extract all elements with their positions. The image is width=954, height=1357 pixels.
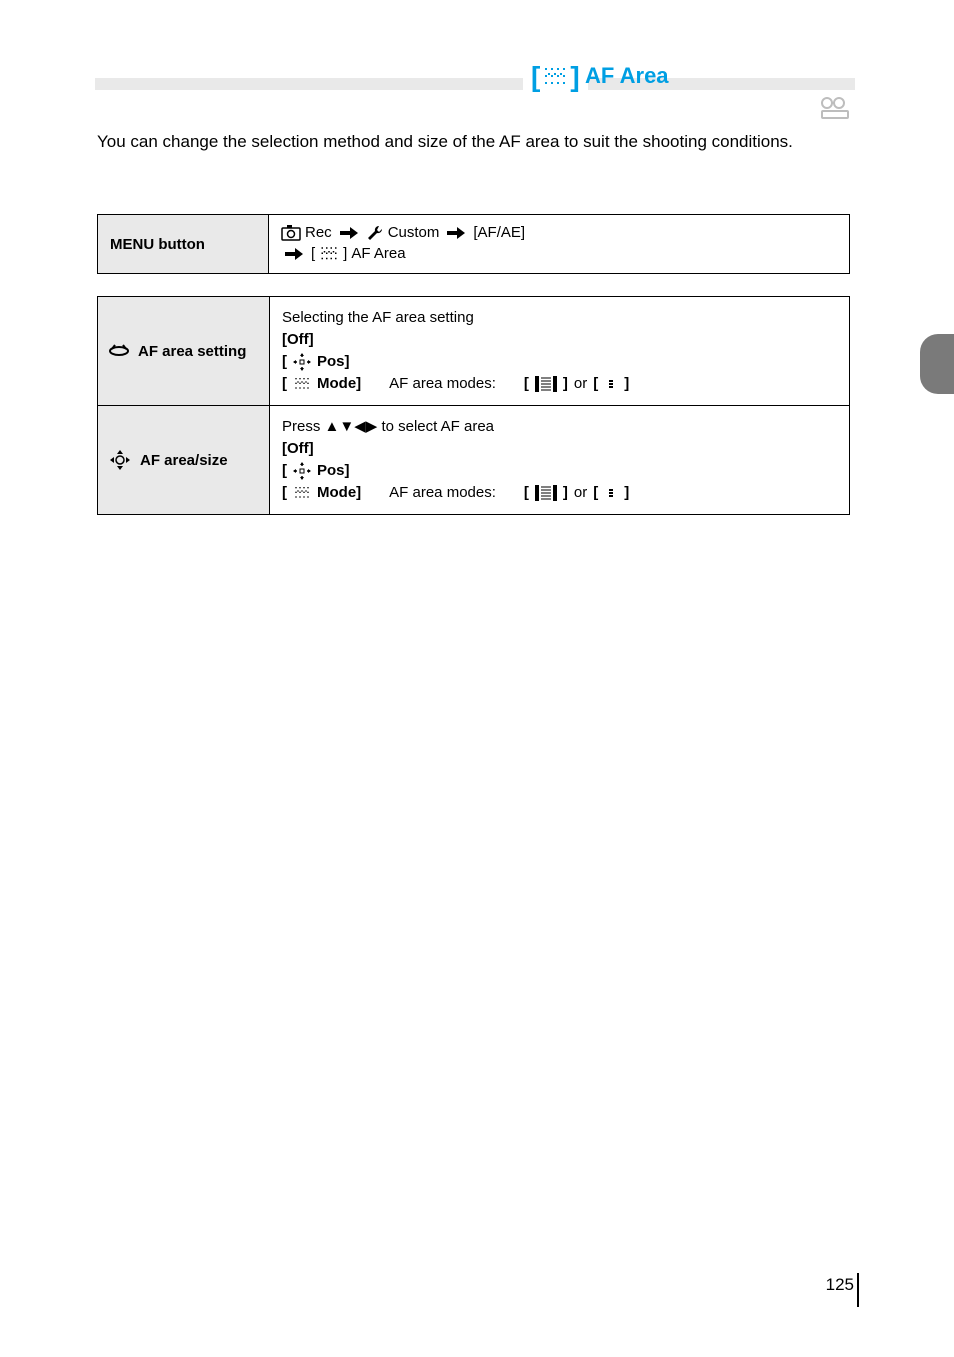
topic-text: Press ▲▼◀▶ to select AF area — [282, 416, 494, 438]
wrench-icon — [366, 224, 384, 242]
topic-text: Selecting the AF area setting — [282, 307, 837, 329]
af-area-label: AF Area — [351, 243, 405, 264]
arrow-right-icon — [340, 227, 358, 239]
pos-option: Pos] — [317, 460, 350, 482]
multi-af-icon — [535, 485, 557, 501]
table-row: AF area/size Press ▲▼◀▶ to select AF are… — [97, 405, 850, 514]
af-area-icon — [293, 485, 311, 501]
single-af-icon — [604, 377, 618, 391]
intro-text: You can change the selection method and … — [97, 130, 850, 153]
joystick-icon — [293, 353, 311, 371]
footer-rule — [857, 1273, 859, 1307]
settings-table: AF area setting Selecting the AF area se… — [97, 296, 850, 515]
single-af-icon — [604, 486, 618, 500]
section-header-icon-group: [ ] — [523, 63, 588, 91]
mode-option: Mode] — [317, 482, 361, 504]
off-option: [Off] — [282, 331, 314, 348]
or-text: or — [574, 373, 587, 395]
custom-label: Custom — [388, 222, 440, 243]
rec-label: Rec — [305, 222, 332, 243]
menu-navigation-path: Rec Custom [AF/AE] [ ] AF Area — [269, 215, 849, 273]
side-tab — [920, 334, 954, 394]
row-label: AF area/size — [140, 452, 228, 469]
multi-af-icon — [535, 376, 557, 392]
af-area-icon — [542, 65, 568, 89]
row-af-area-size-body: Press ▲▼◀▶ to select AF area [Off] [ Pos… — [270, 406, 849, 514]
row-af-area-size-header: AF area/size — [98, 406, 270, 514]
section-divider-bar — [95, 78, 855, 90]
bracket-open: [ — [531, 63, 540, 91]
camera-icon — [281, 225, 301, 241]
direction-pad-icon — [108, 448, 132, 472]
menu-button-label: MENU button — [97, 215, 269, 273]
camera-mode-icon — [818, 93, 854, 121]
off-option: [Off] — [282, 440, 314, 457]
table-row: AF area setting Selecting the AF area se… — [97, 296, 850, 405]
pos-option: Pos] — [317, 351, 350, 373]
af-area-icon — [293, 376, 311, 392]
arrow-right-icon — [285, 248, 303, 260]
section-title: AF Area — [585, 63, 669, 89]
dial-icon — [108, 342, 130, 360]
row-af-setting-header: AF area setting — [98, 297, 270, 405]
joystick-icon — [293, 462, 311, 480]
mode-option: Mode] — [317, 373, 361, 395]
modes-label: AF area modes: — [389, 482, 496, 504]
af-area-icon — [319, 245, 339, 263]
page-number: 125 — [826, 1275, 854, 1295]
row-af-setting-body: Selecting the AF area setting [Off] [ Po… — [270, 297, 849, 405]
bracket-close: ] — [343, 243, 347, 264]
arrow-right-icon — [447, 227, 465, 239]
or-text: or — [574, 482, 587, 504]
modes-label: AF area modes: — [389, 373, 496, 395]
menu-navigation-row: MENU button Rec Custom [AF/AE] [ ] AF Ar… — [97, 214, 850, 274]
row-label: AF area setting — [138, 343, 246, 360]
bracket-open: [ — [311, 243, 315, 264]
bracket-close: ] — [570, 63, 579, 91]
